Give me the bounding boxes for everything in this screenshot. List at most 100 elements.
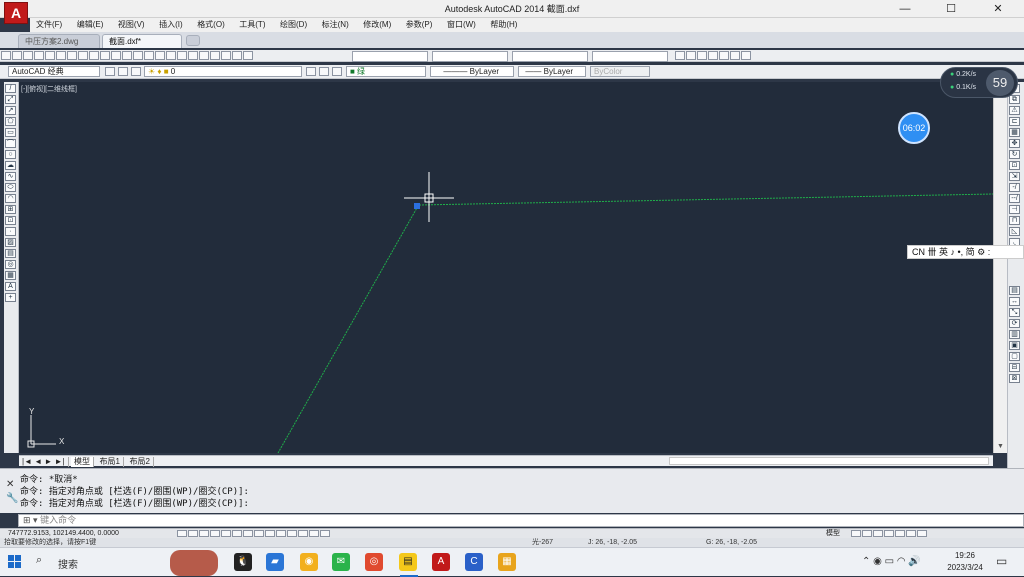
chrome-like-icon[interactable]: ◉ <box>300 553 318 571</box>
make-block-icon[interactable]: ⊡ <box>5 216 16 225</box>
minimize-button[interactable]: — <box>882 0 928 18</box>
dyn-toggle-icon[interactable] <box>265 530 275 537</box>
notification-icon[interactable]: ▭ <box>996 554 1007 568</box>
line-icon[interactable]: / <box>5 84 16 93</box>
lock-icon[interactable] <box>884 530 894 537</box>
menu-file[interactable]: 文件(F) <box>30 18 68 32</box>
ortho-toggle-icon[interactable] <box>199 530 209 537</box>
close-button[interactable]: ✕ <box>975 0 1021 18</box>
tab-layout2[interactable]: 布局2 <box>127 457 154 467</box>
polygon-icon[interactable]: ⬠ <box>5 117 16 126</box>
make-current-icon[interactable] <box>306 67 316 76</box>
arc-icon[interactable]: ⌒ <box>5 139 16 148</box>
app-c-icon[interactable]: C <box>465 553 483 571</box>
mtext-icon[interactable]: A <box>5 282 16 291</box>
sc-toggle-icon[interactable] <box>309 530 319 537</box>
region-icon[interactable]: ◎ <box>5 260 16 269</box>
insert-block-icon[interactable]: ⊞ <box>5 205 16 214</box>
layer-state-icon[interactable] <box>131 67 141 76</box>
autocad-logo-icon[interactable]: A <box>4 2 28 24</box>
horizontal-green-line[interactable] <box>418 193 993 206</box>
qq-icon[interactable]: 🐧 <box>234 553 252 571</box>
search-icon[interactable]: ⌕ <box>36 554 42 567</box>
menu-dimension[interactable]: 标注(N) <box>316 18 355 32</box>
polar-toggle-icon[interactable] <box>210 530 220 537</box>
tab-document-2[interactable]: 截面.dxf* <box>102 34 182 48</box>
linetype-select[interactable]: ——— ByLayer <box>430 66 514 77</box>
move-icon[interactable]: ✥ <box>1009 139 1020 148</box>
menu-draw[interactable]: 绘图(D) <box>274 18 313 32</box>
pan-icon[interactable] <box>133 51 143 60</box>
table-icon[interactable]: ▦ <box>5 271 16 280</box>
maximize-button[interactable]: ☐ <box>928 0 974 18</box>
menu-insert[interactable]: 插入(I) <box>153 18 189 32</box>
match-properties-icon[interactable] <box>100 51 110 60</box>
menu-edit[interactable]: 编辑(E) <box>71 18 110 32</box>
menu-parameters[interactable]: 参数(P) <box>400 18 439 32</box>
otrack-toggle-icon[interactable] <box>243 530 253 537</box>
select-similar-icon[interactable]: ⊟ <box>1009 363 1020 372</box>
dim-style-select[interactable] <box>432 51 508 62</box>
plotstyle-select[interactable]: ByColor <box>590 66 650 77</box>
rectangle-icon[interactable]: ▭ <box>5 128 16 137</box>
autocad-taskbar-icon[interactable]: A <box>432 553 450 571</box>
layer-manager-icon[interactable] <box>118 67 128 76</box>
circle-icon[interactable]: ○ <box>5 150 16 159</box>
layer-iso-icon[interactable] <box>332 67 342 76</box>
layer-walk-icon[interactable]: ▥ <box>1009 330 1020 339</box>
ducs-toggle-icon[interactable] <box>254 530 264 537</box>
extend-icon[interactable]: --/ <box>1009 194 1020 203</box>
hatch-icon[interactable]: ▨ <box>5 238 16 247</box>
isolate-icon[interactable] <box>906 530 916 537</box>
grip-point[interactable] <box>414 203 420 209</box>
view-icon-7[interactable] <box>741 51 751 60</box>
3dosnap-toggle-icon[interactable] <box>232 530 242 537</box>
coordinates-display[interactable]: 747772.9153, 102149.4400, 0.0000 <box>8 529 119 538</box>
view-icon-1[interactable] <box>675 51 685 60</box>
view-icon-3[interactable] <box>697 51 707 60</box>
ime-toolbar[interactable]: CN 卌 英 ♪ •, 简 ⚙ : <box>907 245 1024 259</box>
tab-document-1[interactable]: 中压方案2.dwg <box>18 34 100 48</box>
vertical-scrollbar[interactable]: ▲ ▼ <box>993 82 1007 453</box>
diagonal-green-line[interactable] <box>277 205 419 453</box>
menu-window[interactable]: 窗口(W) <box>441 18 482 32</box>
chrome-icon[interactable]: ◎ <box>365 553 383 571</box>
polyline-icon[interactable]: ↗ <box>5 106 16 115</box>
paste-icon[interactable] <box>89 51 99 60</box>
revcloud-icon[interactable]: ☁ <box>5 161 16 170</box>
taskbar-search[interactable]: 搜索 <box>58 556 78 571</box>
ungroup-icon[interactable]: ▢ <box>1009 352 1020 361</box>
refresh-icon[interactable]: ⟳ <box>1009 319 1020 328</box>
snap-toggle-icon[interactable] <box>177 530 187 537</box>
save-icon[interactable] <box>23 51 33 60</box>
view-icon-2[interactable] <box>686 51 696 60</box>
osnap-toggle-icon[interactable] <box>221 530 231 537</box>
trim-icon[interactable]: -/ <box>1009 183 1020 192</box>
workspace-switch-icon[interactable] <box>873 530 883 537</box>
scroll-down-icon[interactable]: ▼ <box>996 443 1005 451</box>
open-icon[interactable] <box>12 51 22 60</box>
zoom-previous-icon[interactable] <box>166 51 176 60</box>
customize-icon[interactable]: 🔧 <box>6 493 18 504</box>
offset-icon[interactable]: ⊏ <box>1009 117 1020 126</box>
horizontal-scrollbar[interactable] <box>669 457 989 465</box>
dim-linear-icon[interactable]: ↔ <box>1009 297 1020 306</box>
chamfer-icon[interactable]: ◺ <box>1009 227 1020 236</box>
dim-aligned-icon[interactable]: ⤡ <box>1009 308 1020 317</box>
file-explorer-icon[interactable]: ▤ <box>399 553 417 571</box>
menu-view[interactable]: 视图(V) <box>112 18 151 32</box>
system-tray-icons[interactable]: ⌃ ◉ ▭ ◠ 🔊 <box>862 556 921 567</box>
close-command-icon[interactable]: ✕ <box>6 479 14 490</box>
menu-format[interactable]: 格式(O) <box>191 18 231 32</box>
lineweight-select[interactable]: —— ByLayer <box>518 66 586 77</box>
stretch-icon[interactable]: ⇲ <box>1009 172 1020 181</box>
lwt-toggle-icon[interactable] <box>276 530 286 537</box>
am-toggle-icon[interactable] <box>320 530 330 537</box>
new-icon[interactable] <box>1 51 11 60</box>
redo-icon[interactable] <box>122 51 132 60</box>
point-icon[interactable]: · <box>5 227 16 236</box>
workspace-select[interactable]: AutoCAD 经典 <box>8 66 100 77</box>
notes-icon[interactable]: ▦ <box>498 553 516 571</box>
grid-toggle-icon[interactable] <box>188 530 198 537</box>
hardware-accel-icon[interactable] <box>895 530 905 537</box>
